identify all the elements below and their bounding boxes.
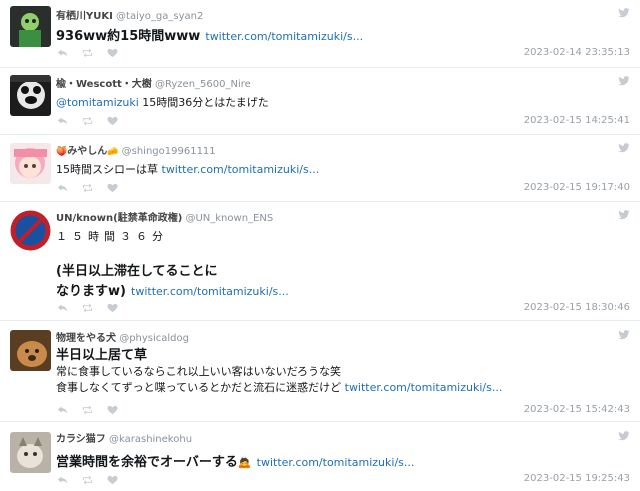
avatar[interactable] xyxy=(10,330,51,371)
timestamp[interactable]: 2023-02-15 15:42:43 xyxy=(524,404,630,415)
tweet-item: 楡・Wescott・大樹 @Ryzen_5600_Nire @tomitamiz… xyxy=(0,68,640,135)
like-icon[interactable] xyxy=(107,303,118,313)
tweet-item: 有栖川YUKI @taiyo_ga_syan2 936ww約15時間www tw… xyxy=(0,0,640,68)
author-name[interactable]: カラシ猫フ xyxy=(56,434,106,445)
avatar[interactable] xyxy=(10,143,51,184)
author-name[interactable]: 有栖川YUKI xyxy=(56,11,113,22)
timestamp[interactable]: 2023-02-15 14:25:41 xyxy=(524,115,630,126)
timestamp[interactable]: 2023-02-15 18:30:46 xyxy=(524,302,630,313)
tweet-item: UN/known(駐禁革命政権) @UN_known_ENS １５時間３６分 (… xyxy=(0,202,640,321)
author-handle[interactable]: @UN_known_ENS xyxy=(185,213,273,224)
tweet-link[interactable]: twitter.com/tomitamizuki/s... xyxy=(162,163,320,176)
retweet-icon[interactable] xyxy=(82,475,93,485)
tweet-feed: 有栖川YUKI @taiyo_ga_syan2 936ww約15時間www tw… xyxy=(0,0,640,491)
mention-link[interactable]: @tomitamizuki xyxy=(56,96,139,109)
author-handle[interactable]: @taiyo_ga_syan2 xyxy=(116,11,203,22)
tweet-text: 営業時間を余裕でオーバーする🙇 twitter.com/tomitamizuki… xyxy=(56,451,626,471)
tweet-text-line: 半日以上居て草 xyxy=(56,348,148,363)
like-icon[interactable] xyxy=(107,475,118,485)
tweet-text: @tomitamizuki 15時間36分とはたまげた xyxy=(56,95,626,111)
like-icon[interactable] xyxy=(107,116,118,126)
tweet-text: 936ww約15時間www twitter.com/tomitamizuki/s… xyxy=(56,25,626,45)
reply-icon[interactable] xyxy=(57,303,68,313)
avatar[interactable] xyxy=(10,210,51,251)
twitter-bird-icon[interactable] xyxy=(618,431,630,441)
timestamp[interactable]: 2023-02-15 19:17:40 xyxy=(524,182,630,193)
author-name[interactable]: 楡・Wescott・大樹 xyxy=(56,79,152,90)
reply-icon[interactable] xyxy=(57,48,68,58)
timestamp[interactable]: 2023-02-14 23:35:13 xyxy=(524,47,630,58)
bowing-icon: 🙇 xyxy=(237,456,252,469)
twitter-bird-icon[interactable] xyxy=(618,8,630,18)
twitter-bird-icon[interactable] xyxy=(618,330,630,340)
tweet-text-line: 15時間スシローは草 xyxy=(56,163,162,176)
tweet-text-line: 15時間36分とはたまげた xyxy=(138,96,269,109)
author-handle[interactable]: @karashinekohu xyxy=(109,434,192,445)
tweet-item: 🍑みやしん🧀 @shingo19961111 15時間スシローは草 twitte… xyxy=(0,135,640,202)
tweet-item: 物理をやる犬 @physicaldog 半日以上居て草 常に食事しているならこれ… xyxy=(0,321,640,422)
avatar[interactable] xyxy=(10,75,51,116)
reply-icon[interactable] xyxy=(57,183,68,193)
tweet-link[interactable]: twitter.com/tomitamizuki/s... xyxy=(131,285,289,298)
author-handle[interactable]: @Ryzen_5600_Nire xyxy=(155,79,251,90)
tweet-text: １５時間３６分 (半日以上滞在してることに なりますw) twitter.com… xyxy=(56,229,626,300)
reply-icon[interactable] xyxy=(57,405,68,415)
like-icon[interactable] xyxy=(107,183,118,193)
like-icon[interactable] xyxy=(107,48,118,58)
tweet-text-line: 常に食事しているならこれ以上いい客はいないだろうな笑 xyxy=(56,365,342,378)
reply-icon[interactable] xyxy=(57,475,68,485)
tweet-actions xyxy=(57,183,118,193)
like-icon[interactable] xyxy=(107,405,118,415)
twitter-bird-icon[interactable] xyxy=(618,76,630,86)
tweet-text-line: 936ww約15時間www xyxy=(56,29,201,44)
author-name[interactable]: UN/known(駐禁革命政権) xyxy=(56,213,182,224)
tweet-text-line: １５時間３６分 xyxy=(56,230,168,243)
retweet-icon[interactable] xyxy=(82,48,93,58)
avatar[interactable] xyxy=(10,432,51,473)
tweet-text-line: 営業時間を余裕でオーバーする xyxy=(56,455,238,470)
retweet-icon[interactable] xyxy=(82,116,93,126)
cheese-icon: 🧀 xyxy=(107,147,119,157)
tweet-header: カラシ猫フ @karashinekohu xyxy=(56,430,192,445)
tweet-actions xyxy=(57,48,118,58)
author-handle[interactable]: @shingo19961111 xyxy=(122,146,216,157)
avatar[interactable] xyxy=(10,6,51,47)
tweet-header: 物理をやる犬 @physicaldog xyxy=(56,329,189,344)
timestamp[interactable]: 2023-02-15 19:25:43 xyxy=(524,473,630,484)
tweet-actions xyxy=(57,303,118,313)
author-handle[interactable]: @physicaldog xyxy=(119,333,189,344)
reply-icon[interactable] xyxy=(57,116,68,126)
tweet-actions xyxy=(57,405,118,415)
retweet-icon[interactable] xyxy=(82,183,93,193)
tweet-actions xyxy=(57,116,118,126)
twitter-bird-icon[interactable] xyxy=(618,143,630,153)
tweet-text: 半日以上居て草 常に食事しているならこれ以上いい客はいないだろうな笑 食事しなく… xyxy=(56,347,626,396)
tweet-actions xyxy=(57,475,118,485)
tweet-header: 🍑みやしん🧀 @shingo19961111 xyxy=(56,142,216,157)
tweet-header: UN/known(駐禁革命政権) @UN_known_ENS xyxy=(56,209,273,224)
tweet-text-line: 食事しなくてずっと喋っているとかだと流石に迷惑だけど xyxy=(56,381,345,394)
tweet-header: 有栖川YUKI @taiyo_ga_syan2 xyxy=(56,7,203,22)
tweet-text-line: (半日以上滞在してることに xyxy=(56,264,218,279)
tweet-text: 15時間スシローは草 twitter.com/tomitamizuki/s... xyxy=(56,162,626,178)
peach-icon: 🍑 xyxy=(56,147,68,157)
tweet-header: 楡・Wescott・大樹 @Ryzen_5600_Nire xyxy=(56,75,251,90)
tweet-link[interactable]: twitter.com/tomitamizuki/s... xyxy=(205,30,363,43)
retweet-icon[interactable] xyxy=(82,303,93,313)
author-name[interactable]: みやしん xyxy=(67,146,107,157)
tweet-text-line: なりますw) xyxy=(56,284,126,299)
tweet-item: カラシ猫フ @karashinekohu 営業時間を余裕でオーバーする🙇 twi… xyxy=(0,422,640,491)
tweet-link[interactable]: twitter.com/tomitamizuki/s... xyxy=(345,381,503,394)
retweet-icon[interactable] xyxy=(82,405,93,415)
author-name[interactable]: 物理をやる犬 xyxy=(56,333,116,344)
tweet-link[interactable]: twitter.com/tomitamizuki/s... xyxy=(257,456,415,469)
twitter-bird-icon[interactable] xyxy=(618,210,630,220)
